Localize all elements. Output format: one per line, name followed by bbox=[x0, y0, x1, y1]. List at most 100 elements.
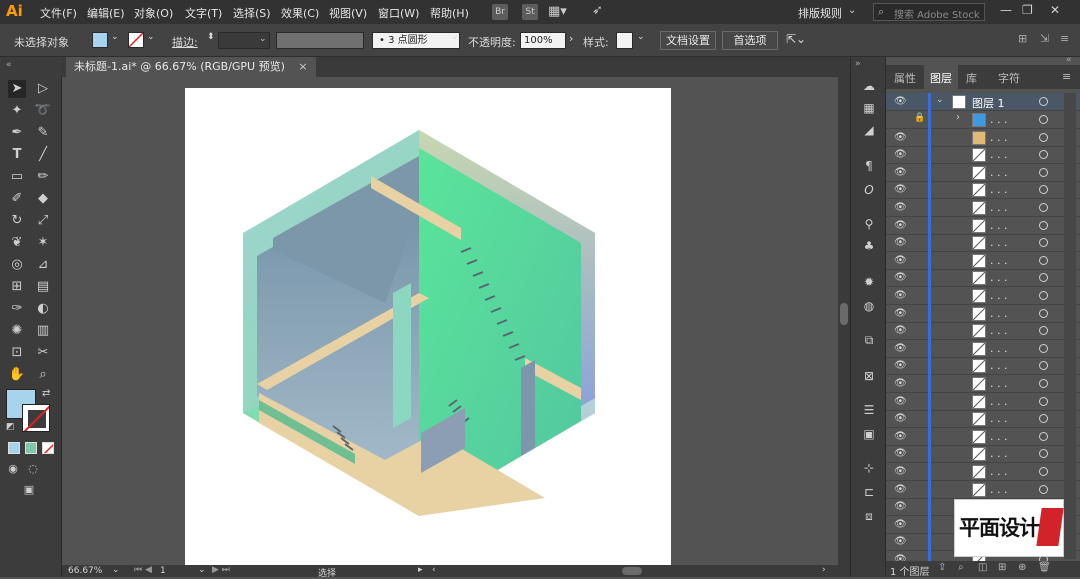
chevron-down-icon[interactable]: ⌄ bbox=[111, 32, 119, 42]
panel-menu-icon[interactable]: ≡ bbox=[1060, 32, 1069, 45]
new-sublayer-icon[interactable]: ⊞ bbox=[998, 562, 1006, 573]
eye-icon[interactable]: 👁 bbox=[894, 167, 907, 178]
preferences-button[interactable]: 首选项 bbox=[722, 31, 778, 50]
artboards-icon[interactable]: ⊠ bbox=[860, 367, 878, 385]
warp-tool-icon[interactable]: ❦ bbox=[8, 234, 26, 252]
stroke-label[interactable]: 描边: bbox=[172, 34, 198, 50]
next-artboard-icon[interactable]: ▶ ⏭ bbox=[212, 565, 230, 575]
restore-icon[interactable]: ❐ bbox=[1022, 3, 1033, 17]
eye-icon[interactable]: 👁 bbox=[894, 308, 907, 319]
pen-tool-icon[interactable]: ✒ bbox=[8, 124, 26, 142]
chevron-right-icon[interactable]: › bbox=[569, 32, 573, 45]
target-circle-icon[interactable] bbox=[1039, 185, 1048, 195]
layer-row[interactable]: 👁 . . . bbox=[886, 480, 1080, 499]
layer-row[interactable]: 👁 . . . bbox=[886, 287, 1080, 305]
layer-row[interactable]: 👁 . . . bbox=[886, 181, 1080, 200]
collapse-icon[interactable]: » bbox=[855, 59, 861, 69]
layer-row[interactable]: 👁 . . . bbox=[886, 339, 1080, 358]
layers-small-icon[interactable]: ⧈ bbox=[860, 507, 878, 525]
collapse-icon[interactable]: « bbox=[6, 60, 12, 70]
eye-icon[interactable]: 👁 bbox=[894, 396, 907, 407]
layer-row[interactable]: 👁 . . . bbox=[886, 463, 1080, 481]
eye-icon[interactable]: 👁 bbox=[894, 519, 907, 530]
target-circle-icon[interactable] bbox=[1039, 326, 1048, 336]
shape-builder-tool-icon[interactable]: ◎ bbox=[8, 256, 26, 274]
layer-item-name[interactable]: . . . bbox=[990, 395, 1007, 408]
tab-layers[interactable]: 图层 bbox=[930, 70, 952, 86]
stroke-color-box[interactable] bbox=[22, 404, 50, 432]
chevron-down-icon[interactable]: ⌄ bbox=[112, 565, 120, 575]
layer-row[interactable]: 👁 . . . bbox=[886, 128, 1080, 147]
layer-item-name[interactable]: . . . bbox=[990, 131, 1007, 144]
target-circle-icon[interactable] bbox=[1039, 255, 1048, 265]
collapse-icon[interactable]: « bbox=[1066, 55, 1072, 65]
align-panel-icon[interactable]: ⊞ bbox=[1018, 32, 1027, 45]
target-circle-icon[interactable] bbox=[1039, 449, 1048, 459]
menu-effect[interactable]: 效果(C) bbox=[281, 5, 319, 21]
menu-view[interactable]: 视图(V) bbox=[329, 5, 367, 21]
menu-edit[interactable]: 编辑(E) bbox=[87, 5, 125, 21]
lock-icon[interactable]: 🔒 bbox=[914, 113, 925, 123]
puppet-warp-tool-icon[interactable]: ✶ bbox=[34, 234, 52, 252]
gradient-mode-icon[interactable] bbox=[25, 442, 37, 454]
layer-row[interactable]: 👁 . . . bbox=[886, 146, 1080, 165]
layer-row[interactable]: 👁 . . . bbox=[886, 410, 1080, 429]
align-icon[interactable]: ☰ bbox=[860, 401, 878, 419]
transparency-icon[interactable]: ◢ bbox=[860, 121, 878, 139]
target-circle-icon[interactable] bbox=[1039, 396, 1048, 406]
artboard-tool-icon[interactable]: ⊡ bbox=[8, 344, 26, 362]
layer-item-name[interactable]: . . . bbox=[990, 219, 1007, 232]
paintbrush-tool-icon[interactable]: ✏ bbox=[34, 168, 52, 186]
target-circle-icon[interactable] bbox=[1039, 431, 1048, 441]
target-circle-icon[interactable] bbox=[1039, 414, 1048, 424]
menu-help[interactable]: 帮助(H) bbox=[430, 5, 469, 21]
chevron-down-icon[interactable]: ⌄ bbox=[198, 565, 206, 575]
target-circle-icon[interactable] bbox=[1039, 291, 1048, 300]
scroll-right-icon[interactable]: › bbox=[822, 565, 826, 575]
color-icon[interactable]: ◍ bbox=[860, 297, 878, 315]
blend-tool-icon[interactable]: ◐ bbox=[34, 300, 52, 318]
first-artboard-icon[interactable]: ⏮ ◀ bbox=[134, 565, 152, 575]
eye-icon[interactable]: 👁 bbox=[894, 202, 907, 213]
target-circle-icon[interactable] bbox=[1039, 379, 1048, 388]
column-graph-tool-icon[interactable]: ▥ bbox=[34, 322, 52, 340]
fill-swatch[interactable] bbox=[92, 32, 108, 48]
target-circle-icon[interactable] bbox=[1039, 343, 1048, 353]
slice-tool-icon[interactable]: ✂ bbox=[34, 344, 52, 362]
eye-icon[interactable]: 👁 bbox=[894, 184, 907, 195]
menu-file[interactable]: 文件(F) bbox=[40, 5, 77, 21]
layer-row[interactable]: 👁 . . . bbox=[886, 322, 1080, 341]
vertical-scrollbar[interactable] bbox=[838, 77, 850, 565]
type-tool-icon[interactable]: T bbox=[8, 146, 26, 164]
color-guide-icon[interactable]: ✹ bbox=[860, 273, 878, 291]
default-colors-icon[interactable]: ◩ bbox=[6, 422, 15, 432]
appearance-icon[interactable]: ☁ bbox=[860, 77, 878, 95]
opacity-input[interactable]: 100% bbox=[520, 32, 566, 49]
minimize-icon[interactable]: — bbox=[1000, 3, 1012, 17]
eye-icon[interactable]: 👁 bbox=[894, 501, 907, 512]
layer-row[interactable]: 👁 . . . bbox=[886, 304, 1080, 323]
gpu-performance-icon[interactable]: ➶ bbox=[592, 3, 603, 18]
panel-menu-icon[interactable]: ≡ bbox=[1062, 70, 1071, 83]
layer-item-name[interactable]: . . . bbox=[990, 289, 1007, 302]
pathfinder-icon[interactable]: ⧉ bbox=[860, 331, 878, 349]
layer-item-name[interactable]: . . . bbox=[990, 412, 1007, 425]
graphic-style-swatch[interactable] bbox=[616, 32, 633, 49]
curvature-tool-icon[interactable]: ✎ bbox=[34, 124, 52, 142]
layer-item-name[interactable]: . . . bbox=[990, 430, 1007, 443]
eye-icon[interactable]: 👁 bbox=[894, 431, 907, 442]
layer-item-name[interactable]: . . . bbox=[990, 254, 1007, 267]
h-scroll-thumb[interactable] bbox=[622, 567, 642, 575]
swatches-icon[interactable]: ▦ bbox=[860, 99, 878, 117]
search-icon[interactable]: ⌕ bbox=[958, 562, 964, 573]
mesh-tool-icon[interactable]: ⊞ bbox=[8, 278, 26, 296]
new-layer-icon[interactable]: ⊕ bbox=[1018, 562, 1026, 573]
layer-row[interactable]: 👁 . . . bbox=[886, 199, 1080, 217]
screen-mode-icon[interactable]: ▣ bbox=[20, 481, 38, 499]
line-tool-icon[interactable]: ╱ bbox=[34, 146, 52, 164]
layer-row-top[interactable]: 👁 ⌄ 图层 1 bbox=[886, 93, 1080, 111]
chevron-down-icon[interactable]: ⌄ bbox=[848, 5, 856, 16]
opacity-label[interactable]: 不透明度: bbox=[468, 34, 516, 50]
eye-icon[interactable]: 👁 bbox=[894, 536, 907, 547]
eye-icon[interactable]: 👁 bbox=[894, 360, 907, 371]
